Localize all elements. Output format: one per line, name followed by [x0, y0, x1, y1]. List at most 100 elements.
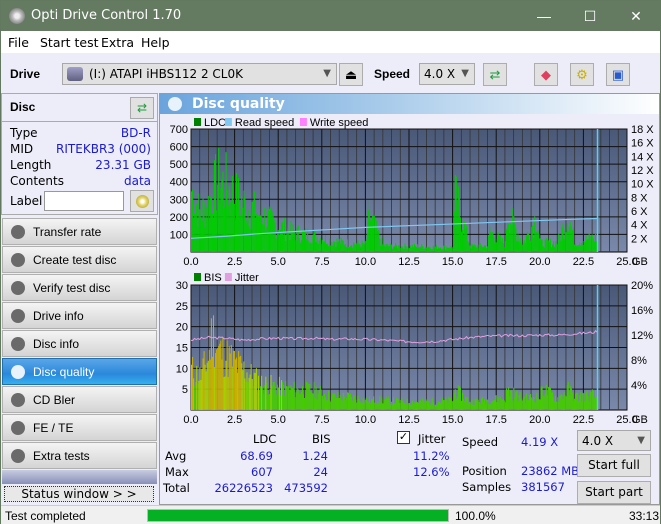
- ldc-bar: [573, 244, 576, 252]
- ldc-bar: [431, 249, 433, 252]
- bis-bar: [441, 401, 443, 410]
- nav-create-test-disc[interactable]: Create test disc: [2, 246, 157, 273]
- x-tick-label: 5.0: [271, 256, 286, 266]
- ldc-bar: [245, 222, 247, 252]
- disc-label-button[interactable]: [130, 190, 154, 212]
- bis-bar: [558, 402, 560, 410]
- app-window: Opti Drive Control 1.70 — ☐ ✕ File Start…: [0, 0, 661, 524]
- bis-bar: [592, 390, 594, 410]
- nav-disc-quality[interactable]: Disc quality: [2, 358, 157, 385]
- start-full-button[interactable]: Start full: [577, 454, 651, 477]
- bis-bar: [354, 395, 356, 410]
- maximize-button[interactable]: ☐: [567, 1, 613, 31]
- settings-button[interactable]: ⚙: [570, 63, 594, 86]
- ldc-bar: [301, 229, 303, 252]
- nav-disc-info[interactable]: Disc info: [2, 330, 157, 357]
- nav-drive-info[interactable]: Drive info: [2, 302, 157, 329]
- bis-bar: [333, 394, 335, 410]
- bis-bar: [424, 402, 426, 410]
- bis-bar: [573, 398, 576, 410]
- ldc-bar: [412, 247, 414, 252]
- bis-bar: [583, 393, 585, 410]
- ldc-bar: [256, 212, 258, 252]
- ldc-bar: [487, 246, 489, 252]
- ldc-bar: [300, 240, 302, 252]
- test-speed-select[interactable]: 4.0 X ▼: [577, 430, 651, 451]
- bis-bar: [330, 401, 332, 410]
- status-window-button[interactable]: Status window > >: [4, 486, 154, 502]
- bis-bar: [389, 404, 391, 410]
- bis-bar: [459, 387, 461, 410]
- ldc-bar: [419, 247, 421, 252]
- drive-select[interactable]: (I:) ATAPI iHBS112 2 CL0K ▼: [62, 63, 337, 85]
- gear-icon: ⚙: [576, 67, 588, 82]
- bis-bar: [411, 400, 413, 410]
- stats-total-bis: 473592: [284, 481, 328, 495]
- erase-button[interactable]: ◆: [534, 63, 558, 86]
- ldc-bar: [207, 195, 209, 252]
- minimize-button[interactable]: —: [521, 1, 567, 31]
- start-part-button[interactable]: Start part: [577, 481, 651, 504]
- bis-bar: [454, 389, 456, 410]
- jitter-checkbox[interactable]: ✓: [397, 431, 410, 444]
- ldc-bar: [540, 238, 542, 252]
- ldc-bar: [423, 248, 425, 252]
- bis-bar: [381, 397, 383, 410]
- bis-bar: [319, 385, 321, 410]
- bis-bar: [475, 398, 477, 410]
- x-tick-label: 5.0: [271, 414, 286, 426]
- eject-button[interactable]: ⏏: [339, 63, 363, 86]
- menu-file[interactable]: File: [8, 35, 29, 50]
- nav-fe-te[interactable]: FE / TE: [2, 414, 157, 441]
- bis-bar: [452, 400, 454, 410]
- bis-bar: [253, 372, 255, 410]
- bis-bar: [270, 374, 272, 410]
- ldc-bar: [246, 219, 248, 252]
- menu-help[interactable]: Help: [141, 35, 170, 50]
- disc-refresh-button[interactable]: ⇄: [130, 97, 154, 119]
- ldc-bar: [274, 222, 276, 252]
- ldc-bar: [331, 241, 333, 252]
- ldc-bar: [325, 244, 328, 252]
- bis-bar: [550, 392, 553, 410]
- nav-cd-bler[interactable]: CD Bler: [2, 386, 157, 413]
- nav-extra-tests[interactable]: Extra tests: [2, 442, 157, 469]
- ldc-bar: [205, 206, 207, 252]
- bis-bar: [477, 399, 479, 410]
- ldc-bar: [489, 226, 491, 252]
- bis-bar: [453, 392, 455, 410]
- bis-bar: [409, 404, 411, 410]
- y-tick-label: 15: [176, 343, 188, 355]
- bis-bar: [528, 394, 531, 410]
- refresh-button[interactable]: ⇄: [483, 63, 507, 86]
- bis-bar: [582, 392, 584, 410]
- ldc-bar: [279, 230, 281, 252]
- bis-bar: [580, 392, 582, 410]
- bis-bar: [391, 404, 393, 410]
- ldc-bar: [357, 240, 359, 252]
- ldc-bar: [390, 244, 392, 252]
- nav-transfer-rate[interactable]: Transfer rate: [2, 218, 157, 245]
- ldc-bar: [546, 239, 548, 252]
- close-button[interactable]: ✕: [613, 1, 659, 31]
- bis-bar: [585, 392, 587, 410]
- disc-label-input[interactable]: [44, 191, 124, 211]
- menu-start-test[interactable]: Start test: [40, 35, 99, 50]
- bis-bar: [415, 401, 418, 410]
- ldc-bar: [243, 190, 245, 252]
- bis-bar: [219, 343, 221, 410]
- save-button[interactable]: ▣: [606, 63, 630, 86]
- ldc-bar: [273, 219, 275, 252]
- ldc-bar: [471, 243, 473, 252]
- bis-bar: [347, 392, 350, 410]
- bis-bar: [329, 400, 331, 410]
- y-tick-label: 10: [176, 363, 188, 375]
- bis-bar: [503, 400, 505, 410]
- ldc-bar: [547, 240, 549, 252]
- ldc-bar: [518, 241, 520, 252]
- menu-extra[interactable]: Extra: [101, 35, 134, 50]
- speed-select[interactable]: 4.0 X ▼: [419, 63, 475, 85]
- bis-bar: [339, 394, 341, 410]
- ldc-bar: [530, 240, 532, 252]
- nav-verify-test-disc[interactable]: Verify test disc: [2, 274, 157, 301]
